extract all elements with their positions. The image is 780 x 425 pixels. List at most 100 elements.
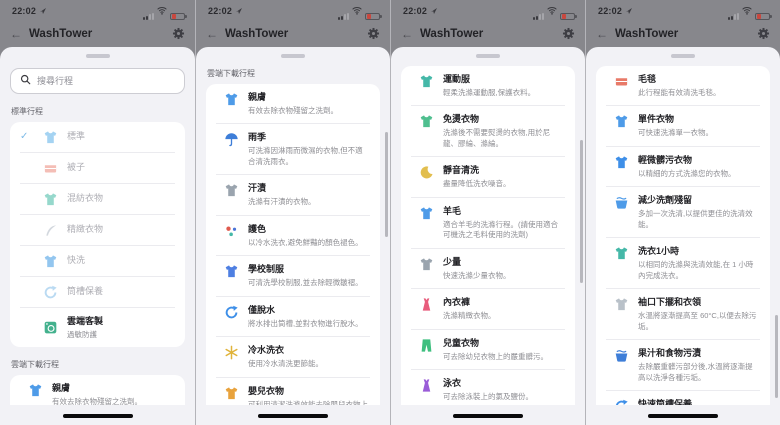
list-item[interactable]: 學校制服 可清洗學校制服,並去除輕微皺褶。 (216, 255, 370, 296)
item-title: 毛毯 (638, 73, 657, 84)
list-item[interactable]: 內衣褲 洗滌精緻衣物。 (411, 288, 565, 329)
battery-icon (560, 12, 577, 20)
list-item[interactable]: 被子 (20, 151, 175, 183)
list-item[interactable]: 洗衣1小時 以相同的洗滌與洗清效能,在 1 小時內完成洗衣。 (606, 237, 760, 288)
gear-icon[interactable] (367, 27, 380, 40)
item-text: 冷水洗衣 使用冷水清洗更節能。 (248, 344, 323, 370)
app-header: ← WashTower (586, 20, 780, 47)
loop-icon (224, 305, 239, 320)
list-item[interactable]: 護色 以冷水洗衣,避免鮮豔的顏色褪色。 (216, 214, 370, 256)
item-title: 被子 (67, 162, 86, 172)
blanket-icon (43, 161, 58, 176)
shirt-icon (419, 74, 434, 89)
shirt-icon (224, 386, 239, 401)
bottom-sheet: 雲端下載行程 親膚 有效去除衣物殘留之洗劑。 雨季 可洗滌因淋雨而微濕的衣物,但不適合… (196, 47, 390, 425)
item-title: 羊毛 (443, 205, 462, 216)
item-text: 洗衣1小時 以相同的洗滌與洗清效能,在 1 小時內完成洗衣。 (638, 245, 760, 281)
basin-icon (614, 348, 629, 363)
scrollbar[interactable] (580, 140, 583, 283)
home-indicator[interactable] (453, 414, 523, 418)
list-item[interactable]: 靜音清洗 盡量降低洗衣噪音。 (411, 156, 565, 197)
item-text: 雨季可洗滌因淋雨而微濕的衣物,但不適合清洗雨衣。 (248, 131, 370, 167)
list-item[interactable]: 冷水洗衣 使用冷水清洗更節能。 (216, 336, 370, 377)
list-item[interactable]: 雨季可洗滌因淋雨而微濕的衣物,但不適合清洗雨衣。 (216, 123, 370, 174)
back-arrow-icon[interactable]: ← (401, 28, 413, 40)
item-text: 雲端客製 過敏防護 (67, 315, 103, 341)
item-text: 內衣褲 洗滌精緻衣物。 (443, 296, 496, 322)
item-subtitle: 洗滌有汗漬的衣物。 (248, 197, 316, 206)
item-text: 靜音清洗 盡量降低洗衣噪音。 (443, 164, 511, 190)
item-text: 減少洗劑殘留 多加一次洗清,以提供更佳的洗清效能。 (638, 194, 760, 230)
list-item[interactable]: 輕微髒污衣物 以精細的方式洗滌您的衣物。 (606, 145, 760, 187)
home-indicator[interactable] (62, 414, 133, 418)
home-indicator[interactable] (648, 414, 718, 418)
item-text: 果汁和食物污漬 去除嚴重髒污部分後,水溫將逐漸提高以洗淨各種污垢。 (638, 347, 760, 383)
list-item[interactable]: 袖口下擺和衣領 水溫將逐漸提高至 60°C,以便去除污垢。 (606, 288, 760, 339)
list-item[interactable]: 混紡衣物 (20, 182, 175, 214)
status-bar: 22:02 (391, 0, 585, 20)
list-item[interactable]: 單件衣物 可快速洗滌單一衣物。 (606, 105, 760, 146)
shirt-icon (43, 192, 58, 207)
scrollbar[interactable] (775, 315, 778, 398)
bottom-sheet: 毛毯 此行程能有效清洗毛毯。 單件衣物 可快速洗滌單一衣物。 輕微髒污衣物 以精細的方式洗… (586, 47, 780, 425)
item-title: 快洗 (67, 255, 86, 265)
list-item[interactable]: 僅脫水 將水排出筒槽,並對衣物進行脫水。 (216, 295, 370, 337)
list-item[interactable]: 果汁和食物污漬 去除嚴重髒污部分後,水溫將逐漸提高以洗淨各種污垢。 (606, 339, 760, 390)
status-time: 22:02 (598, 6, 623, 16)
list-item[interactable]: 泳衣 可去除泳裝上的氯及鹽份。 (411, 369, 565, 410)
list-item[interactable]: 免燙衣物 洗滌後不需要熨燙的衣物,用於尼龍、膠綸、滌綸。 (411, 105, 565, 156)
list-item[interactable]: ✓ 標準 (20, 122, 175, 152)
phone-screen-4: 22:02 ← WashTower 毛毯 此行程能有效清洗毛毯。 單件衣物 可快速洗滌… (585, 0, 780, 425)
item-text: 親膚 有效去除衣物殘留之洗劑。 (248, 91, 338, 117)
list-item[interactable]: 汗漬洗滌有汗漬的衣物。 (216, 174, 370, 215)
moon-icon (419, 165, 434, 180)
home-indicator[interactable] (258, 414, 328, 418)
item-title: 果汁和食物污漬 (638, 348, 702, 358)
list-item[interactable]: 毛毯 此行程能有效清洗毛毯。 (606, 66, 760, 106)
location-arrow-icon (39, 7, 47, 15)
list-item[interactable]: 運動服 輕柔洗滌運動服,保護衣料。 (411, 66, 565, 106)
cellular-signal-icon (338, 13, 349, 20)
item-title: 標準 (67, 131, 86, 141)
battery-icon (170, 12, 187, 20)
item-text: 護色 以冷水洗衣,避免鮮豔的顏色褪色。 (248, 223, 363, 249)
list-item[interactable]: 快洗 (20, 244, 175, 276)
drag-handle[interactable] (281, 54, 305, 58)
footer-strip (196, 405, 390, 425)
gear-icon[interactable] (562, 27, 575, 40)
scrollbar[interactable] (385, 132, 388, 237)
dots-icon (224, 224, 239, 239)
back-arrow-icon[interactable]: ← (206, 28, 218, 40)
shirt-icon (224, 92, 239, 107)
drag-handle[interactable] (85, 54, 110, 58)
location-arrow-icon (625, 7, 633, 15)
list-item[interactable]: 筒槽保養 (20, 275, 175, 307)
feather-icon (43, 223, 58, 238)
back-arrow-icon[interactable]: ← (596, 28, 608, 40)
list-item[interactable]: 兒童衣物 可去除幼兒衣物上的嚴重髒污。 (411, 328, 565, 370)
back-arrow-icon[interactable]: ← (10, 28, 22, 40)
item-text: 標準 (67, 130, 85, 143)
item-title: 汗漬 (248, 183, 267, 193)
list-item[interactable]: 少量 快速洗滌少量衣物。 (411, 247, 565, 289)
list-item[interactable]: 精緻衣物 (20, 213, 175, 245)
list-item[interactable]: 親膚 有效去除衣物殘留之洗劑。 (216, 84, 370, 124)
drag-handle[interactable] (671, 54, 695, 58)
list-item[interactable]: 羊毛 適合羊毛的洗滌行程。(請使用適合可機洗之毛料使用的洗劑) (411, 196, 565, 248)
shirt-icon (419, 257, 434, 272)
drag-handle[interactable] (476, 54, 500, 58)
gear-icon[interactable] (757, 27, 770, 40)
item-text: 筒槽保養 (67, 285, 103, 298)
item-title: 精緻衣物 (67, 224, 104, 234)
item-subtitle: 以相同的洗滌與洗清效能,在 1 小時內完成洗衣。 (638, 260, 754, 280)
wifi-icon (742, 2, 752, 20)
gear-icon[interactable] (172, 27, 185, 40)
status-bar: 22:02 (0, 0, 195, 20)
list-item[interactable]: 雲端客製 過敏防護 (20, 306, 187, 348)
status-bar: 22:02 (196, 0, 390, 20)
item-text: 少量 快速洗滌少量衣物。 (443, 256, 511, 282)
list-item[interactable]: 減少洗劑殘留 多加一次洗清,以提供更佳的洗清效能。 (606, 186, 760, 237)
cellular-signal-icon (533, 13, 544, 20)
edit-pencil-icon[interactable] (173, 318, 187, 346)
search-input[interactable]: 搜尋行程 (10, 67, 185, 94)
